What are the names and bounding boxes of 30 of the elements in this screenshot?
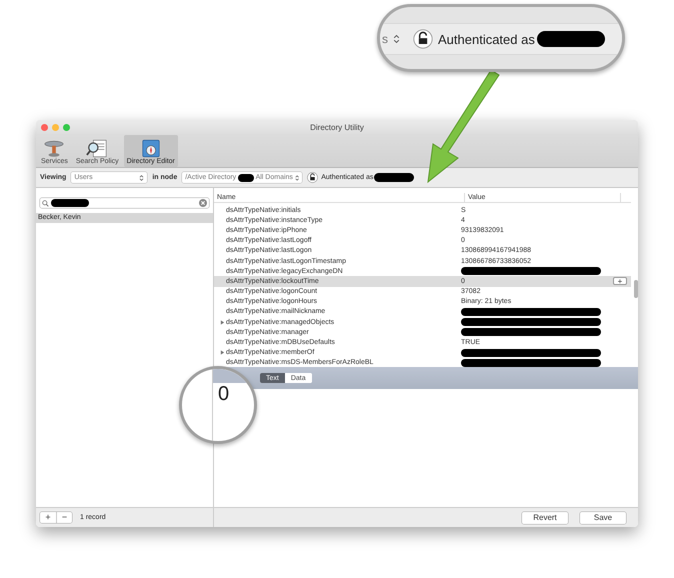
save-button[interactable]: Save — [580, 512, 626, 524]
lock-button[interactable] — [307, 172, 318, 183]
pane-divider — [212, 369, 213, 441]
stepper-icon — [393, 33, 400, 45]
redaction-mark — [536, 31, 605, 47]
search-icon — [42, 200, 49, 206]
stepper-icon — [139, 174, 144, 182]
redaction-mark — [374, 173, 414, 182]
zoom-button[interactable] — [63, 124, 70, 131]
authentication-status: Authenticated as — [438, 32, 535, 46]
close-button[interactable] — [41, 124, 48, 131]
stepper-icon — [294, 174, 300, 182]
add-record-button[interactable]: + — [40, 512, 56, 523]
magnifier-document-icon — [86, 139, 108, 158]
revert-button[interactable]: Revert — [522, 512, 568, 524]
window-title: Directory Utility — [309, 123, 365, 132]
pedestal-icon — [43, 139, 66, 158]
disclosure-triangle-icon[interactable] — [220, 350, 225, 356]
add-value-button[interactable]: + — [613, 277, 627, 286]
remove-record-button[interactable]: − — [56, 512, 72, 523]
redaction-mark — [238, 174, 254, 182]
lock-icon — [413, 29, 433, 49]
compass-panel-icon — [140, 139, 162, 158]
disclosure-triangle-icon[interactable] — [220, 320, 225, 325]
search-field[interactable] — [40, 198, 209, 208]
clear-icon[interactable] — [199, 199, 207, 207]
magnified-value: 0 — [218, 383, 230, 406]
redaction-mark — [51, 199, 89, 207]
popup-fragment: s — [382, 32, 388, 46]
scrollbar-thumb[interactable] — [634, 280, 638, 298]
